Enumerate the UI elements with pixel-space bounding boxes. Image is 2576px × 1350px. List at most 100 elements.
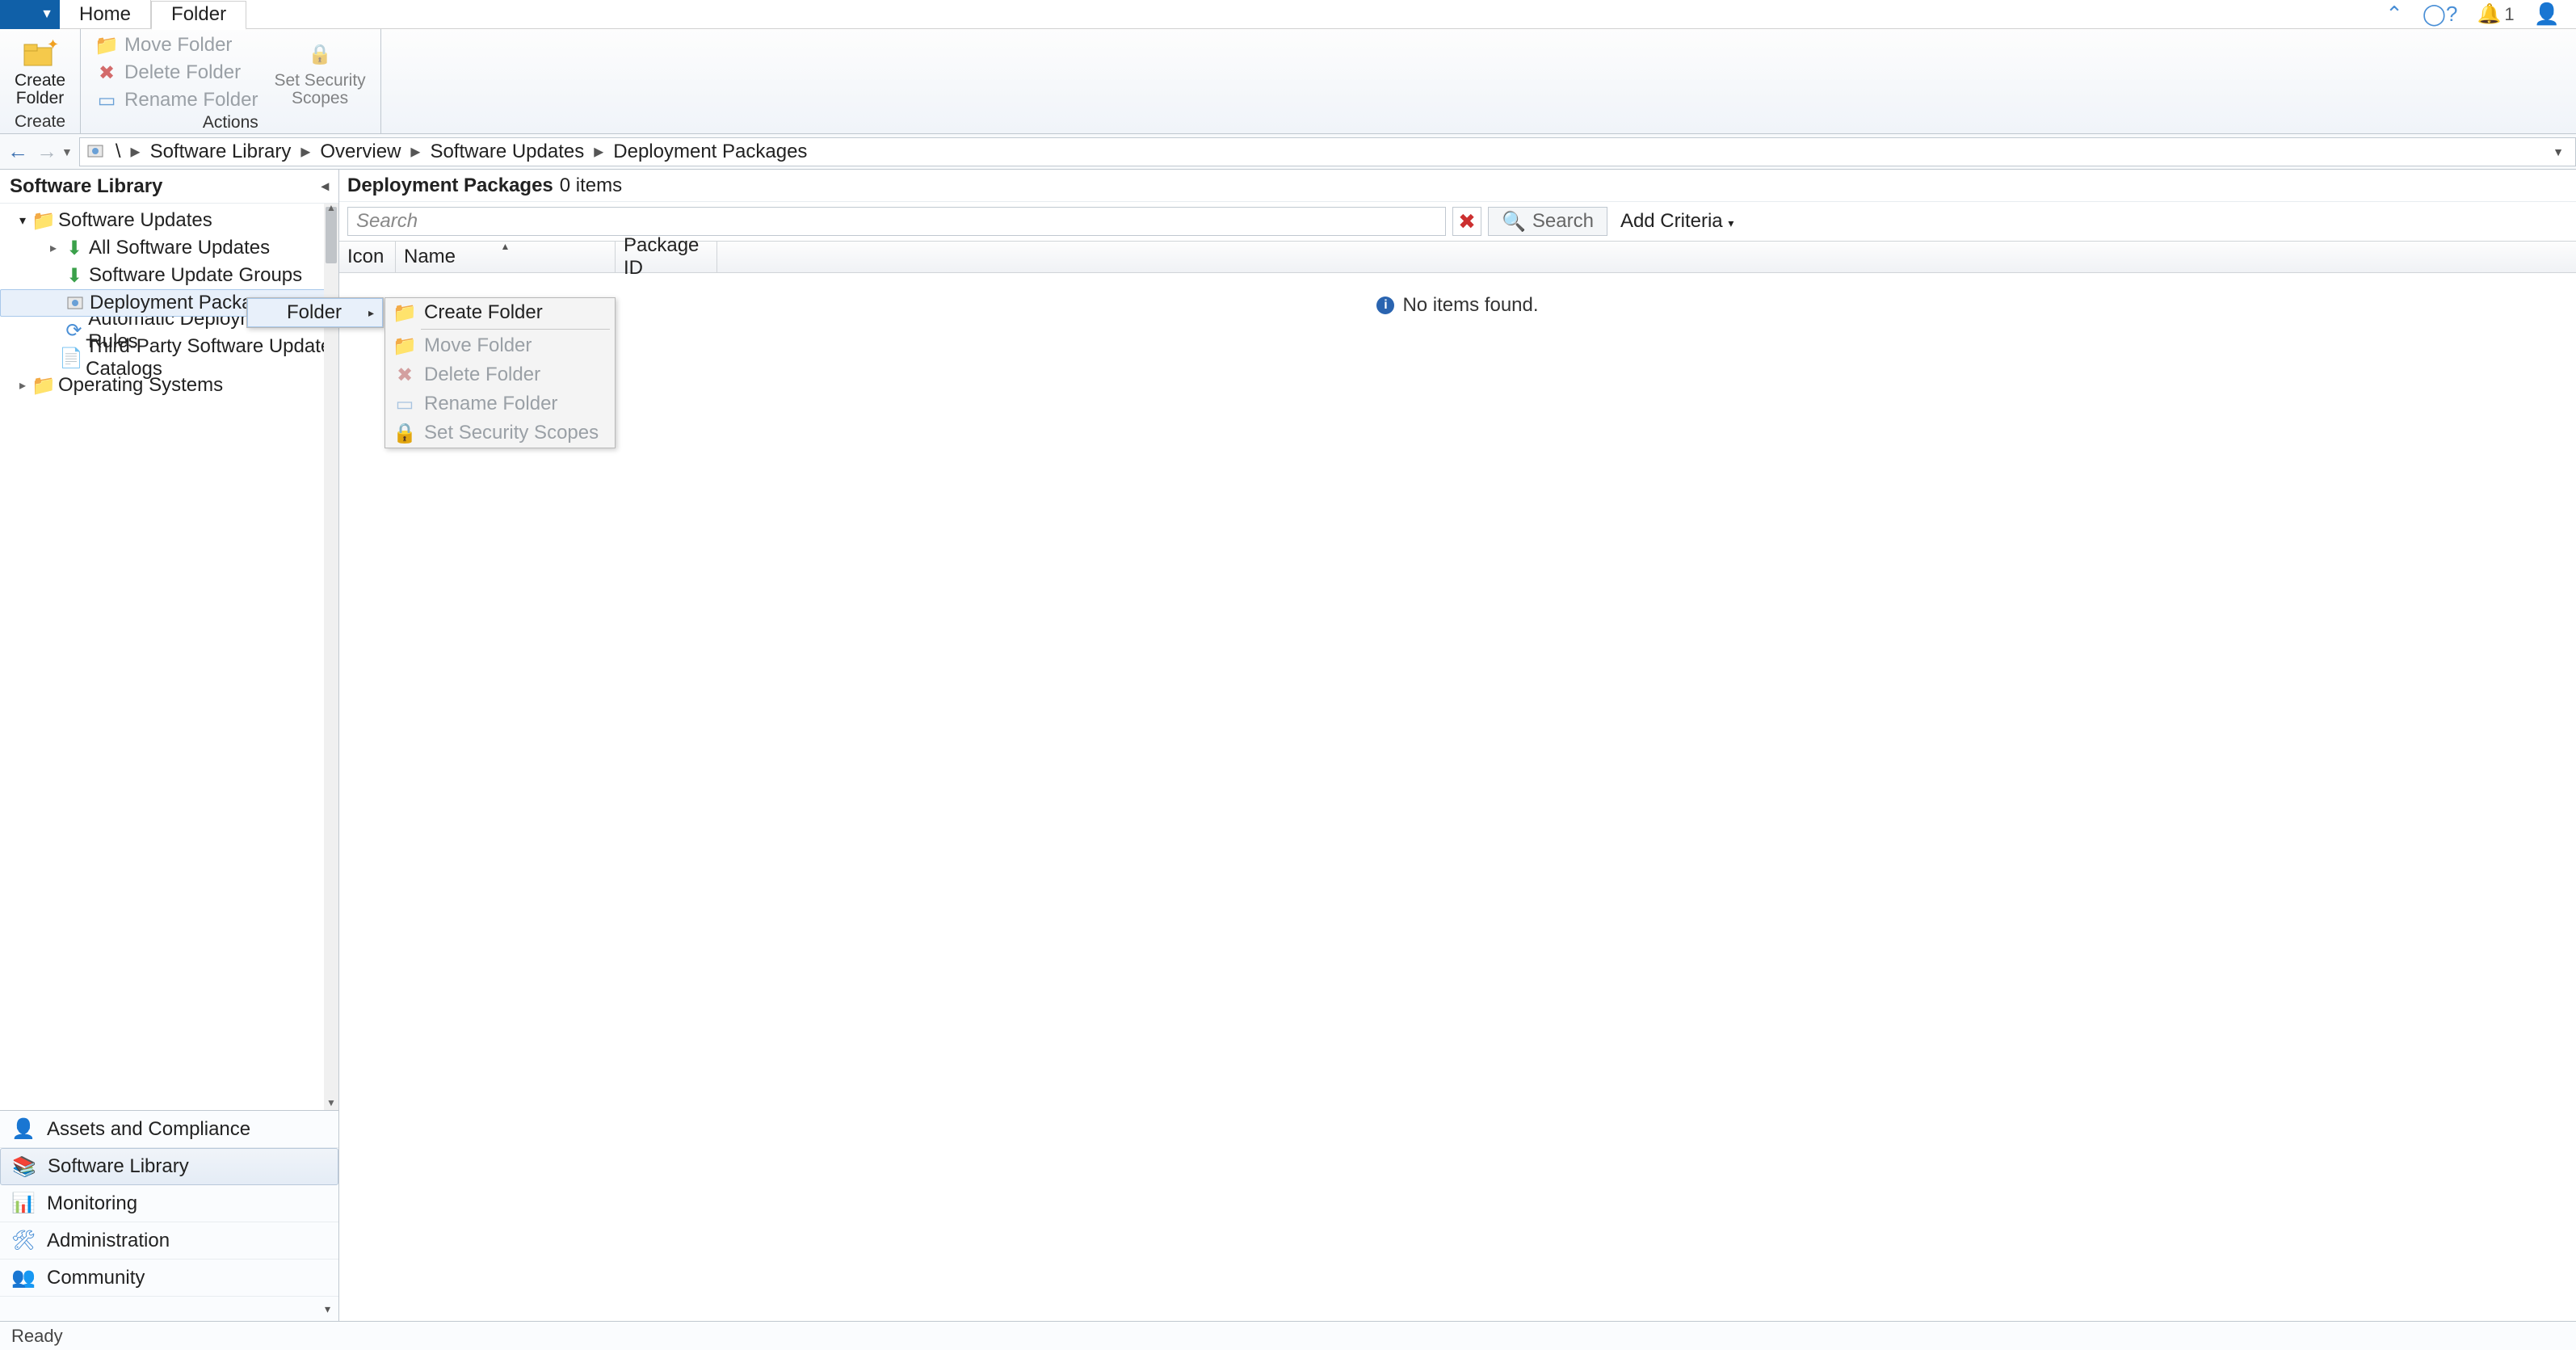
expand-toggle-icon[interactable] [47, 240, 60, 256]
delete-icon: ✖ [95, 63, 118, 82]
sidebar-nav-community[interactable]: 👥 Community [0, 1260, 338, 1297]
chevron-right-icon: ▸ [410, 140, 420, 163]
context-submenu-folder: 📁 Create Folder 📁 Move Folder ✖ Delete F… [385, 297, 616, 448]
nav-back-button[interactable]: ← [3, 137, 32, 166]
header-tabs: ▼ Home Folder ⌃ ◯? 🔔1 👤 [0, 0, 2576, 29]
nav-bar: ← → ▼ \ ▸ Software Library ▸ Overview ▸ … [0, 134, 2576, 170]
ribbon-group-actions: 📁 Move Folder ✖ Delete Folder ▭ Rename F… [81, 29, 381, 133]
move-folder-icon: 📁 [393, 334, 416, 358]
sidebar-tree: 📁 Software Updates ⬇ All Software Update… [0, 204, 338, 1110]
nav-forward-button[interactable]: → [32, 137, 61, 166]
svg-text:✦: ✦ [47, 40, 58, 53]
sidebar-nav-monitoring[interactable]: 📊 Monitoring [0, 1185, 338, 1222]
delete-icon: ✖ [393, 364, 416, 387]
ribbon-group-label-create: Create [10, 112, 70, 133]
set-security-scopes-button[interactable]: 🔒 Set Security Scopes [269, 35, 370, 111]
ribbon: ✦ Create Folder Create 📁 Move Folder ✖ D… [0, 29, 2576, 134]
breadcrumb-root[interactable]: \ [111, 139, 126, 165]
sidebar-nav-overflow[interactable]: ▾ [0, 1297, 338, 1321]
help-icon[interactable]: ◯? [2423, 2, 2458, 27]
rename-icon: ▭ [95, 90, 118, 110]
move-folder-button[interactable]: 📁 Move Folder [90, 32, 263, 58]
chevron-right-icon: ▸ [594, 140, 603, 163]
move-folder-icon: 📁 [95, 36, 118, 55]
administration-icon: 🛠 [11, 1229, 36, 1253]
ribbon-group-create: ✦ Create Folder Create [0, 29, 81, 133]
sidebar: Software Library ◂ 📁 Software Updates ⬇ … [0, 170, 339, 1321]
col-name[interactable]: ▲ Name [396, 242, 616, 272]
chevron-right-icon: ▸ [131, 140, 141, 163]
tree-item-software-update-groups[interactable]: ⬇ Software Update Groups [0, 262, 338, 289]
tab-home[interactable]: Home [60, 0, 151, 29]
breadcrumb-item[interactable]: Software Library [145, 139, 296, 165]
sidebar-nav-library[interactable]: 📚 Software Library [0, 1148, 338, 1185]
rename-folder-button[interactable]: ▭ Rename Folder [90, 87, 263, 113]
tree-scrollbar[interactable]: ▼ ▲ [324, 204, 338, 1110]
expand-toggle-icon[interactable] [16, 377, 29, 393]
chevron-down-icon: ▾ [1728, 217, 1733, 229]
search-input[interactable]: Search [347, 207, 1446, 236]
lock-icon: 🔒 [300, 38, 339, 70]
tree-item-software-updates[interactable]: 📁 Software Updates [0, 207, 338, 234]
tree-item-all-software-updates[interactable]: ⬇ All Software Updates [0, 234, 338, 262]
sidebar-nav: 👤 Assets and Compliance 📚 Software Libra… [0, 1110, 338, 1321]
main-pane: Deployment Packages 0 items Search ✖ 🔍 S… [339, 170, 2576, 1321]
context-item-set-security: 🔒 Set Security Scopes [385, 418, 615, 448]
close-icon: ✖ [1458, 209, 1476, 234]
folder-icon: 📁 [34, 376, 53, 395]
main-header: Deployment Packages 0 items [339, 170, 2576, 202]
updates-icon: ⬇ [65, 238, 84, 258]
add-criteria-button[interactable]: Add Criteria ▾ [1614, 210, 1740, 233]
user-icon[interactable]: 👤 [2534, 2, 2560, 27]
col-package-id[interactable]: Package ID [616, 242, 717, 272]
status-text: Ready [11, 1326, 63, 1347]
assets-icon: 👤 [11, 1117, 36, 1142]
empty-state: i No items found. [339, 273, 2576, 317]
context-item-move-folder: 📁 Move Folder [385, 331, 615, 360]
package-icon [65, 293, 85, 313]
folder-new-icon: 📁 [393, 301, 416, 325]
breadcrumb-item[interactable]: Deployment Packages [608, 139, 812, 165]
search-icon: 🔍 [1502, 210, 1526, 233]
context-item-folder[interactable]: Folder ▸ [247, 298, 383, 327]
chevron-right-icon: ▸ [368, 306, 374, 320]
rename-icon: ▭ [393, 393, 416, 416]
tree-item-third-party-catalogs[interactable]: 📄 Third-Party Software Update Catalogs [0, 344, 338, 372]
community-icon: 👥 [11, 1266, 36, 1290]
collapse-sidebar-icon[interactable]: ◂ [321, 178, 329, 195]
main-item-count: 0 items [560, 175, 622, 197]
context-menu-folder: Folder ▸ [246, 297, 384, 328]
context-item-create-folder[interactable]: 📁 Create Folder [385, 298, 615, 327]
clear-search-button[interactable]: ✖ [1452, 207, 1481, 236]
rules-icon: ⟳ [65, 321, 84, 340]
notifications-icon[interactable]: 🔔1 [2477, 2, 2514, 26]
delete-folder-button[interactable]: ✖ Delete Folder [90, 60, 263, 86]
folder-icon: 📁 [34, 211, 53, 230]
create-folder-button[interactable]: ✦ Create Folder [10, 35, 70, 111]
breadcrumb-item[interactable]: Software Updates [425, 139, 589, 165]
breadcrumb-dropdown-icon[interactable]: ▼ [2553, 145, 2569, 158]
sidebar-title: Software Library ◂ [0, 170, 338, 204]
breadcrumb-item[interactable]: Overview [315, 139, 406, 165]
menu-separator [421, 329, 610, 330]
sidebar-nav-administration[interactable]: 🛠 Administration [0, 1222, 338, 1260]
monitoring-icon: 📊 [11, 1192, 36, 1216]
create-folder-label: Create Folder [15, 72, 65, 107]
breadcrumb-root-icon [86, 142, 106, 162]
collapse-ribbon-icon[interactable]: ⌃ [2385, 2, 2403, 27]
breadcrumb[interactable]: \ ▸ Software Library ▸ Overview ▸ Softwa… [79, 137, 2576, 166]
sidebar-nav-assets[interactable]: 👤 Assets and Compliance [0, 1111, 338, 1148]
app-menu-button[interactable]: ▼ [0, 0, 60, 29]
list-header: Icon ▲ Name Package ID [339, 241, 2576, 273]
nav-history-dropdown[interactable]: ▼ [61, 145, 73, 158]
tab-folder[interactable]: Folder [151, 1, 246, 30]
expand-toggle-icon[interactable] [16, 212, 29, 229]
catalog-icon: 📄 [61, 348, 81, 368]
status-bar: Ready [0, 1321, 2576, 1350]
col-icon[interactable]: Icon [339, 242, 396, 272]
set-security-label: Set Security Scopes [274, 72, 365, 107]
context-item-delete-folder: ✖ Delete Folder [385, 360, 615, 389]
ribbon-group-label-actions: Actions [90, 113, 371, 134]
main-title: Deployment Packages [347, 175, 553, 197]
search-button[interactable]: 🔍 Search [1488, 207, 1607, 236]
